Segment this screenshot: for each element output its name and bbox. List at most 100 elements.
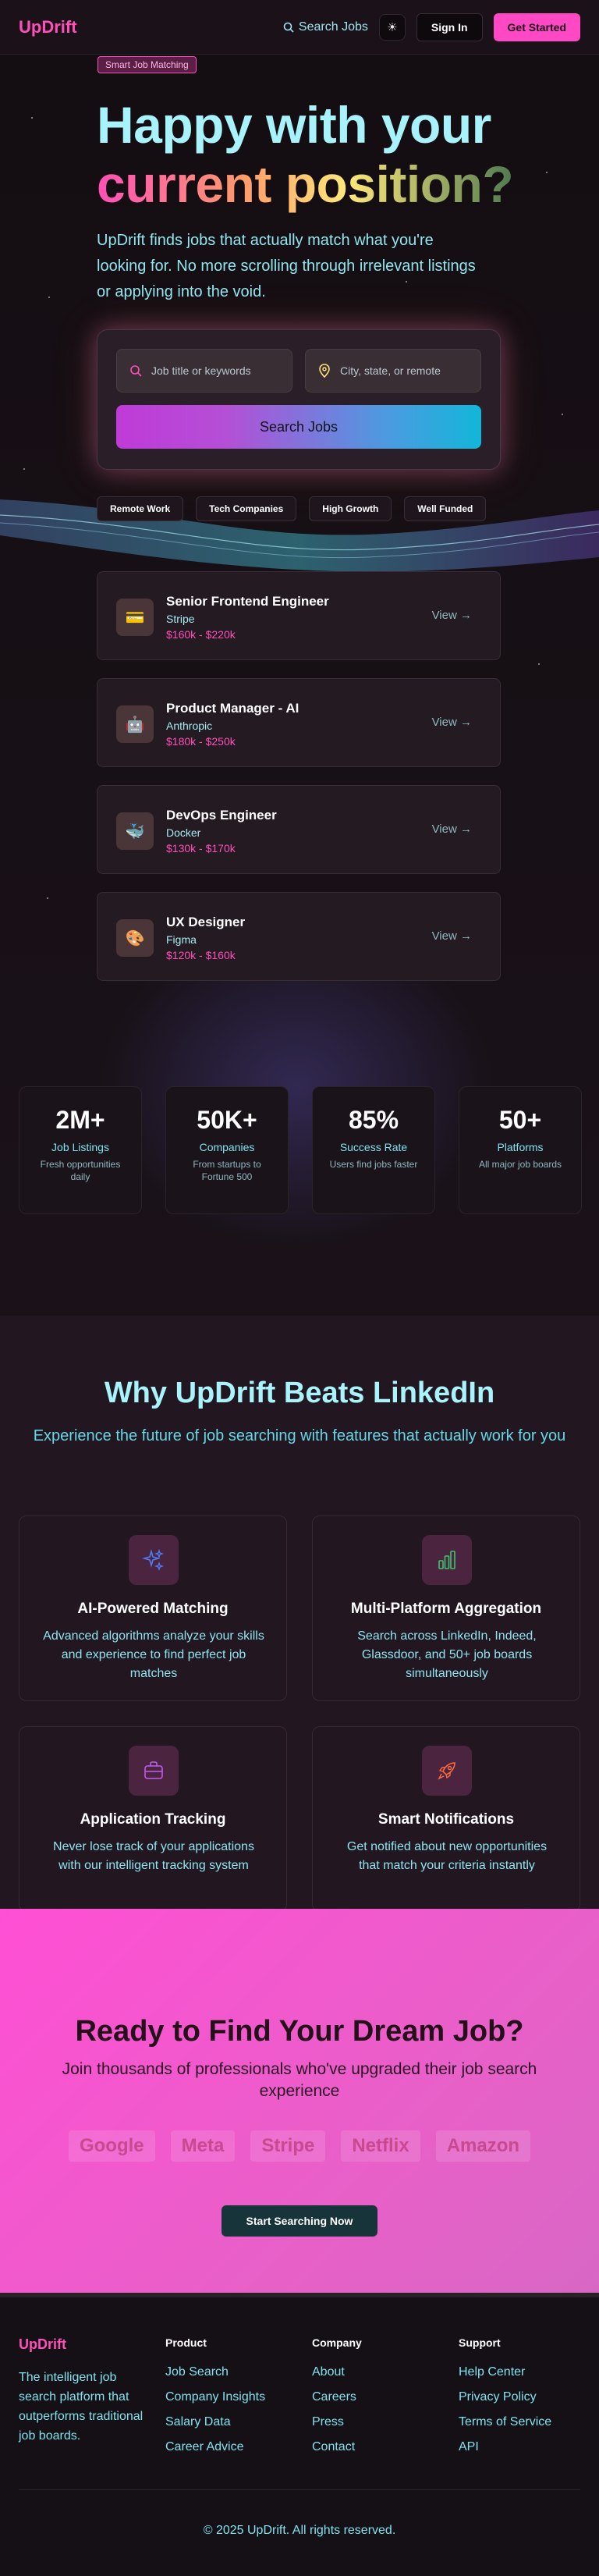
sparkles-icon (129, 1535, 179, 1585)
star (562, 414, 563, 415)
view-job-link[interactable]: View → (432, 823, 472, 836)
map-pin-icon (319, 364, 330, 378)
feature-card: Application Tracking Never lose track of… (19, 1726, 287, 1912)
feature-card: Smart Notifications Get notified about n… (312, 1726, 580, 1912)
company-logo-netflix: Netflix (341, 2130, 420, 2162)
tag-high-growth[interactable]: High Growth (309, 496, 392, 521)
footer-link-api[interactable]: API (459, 2435, 551, 2460)
company-logos: Google Meta Stripe Netflix Amazon (0, 2130, 599, 2162)
job-salary: $160k - $220k (166, 628, 236, 641)
feature-title: AI-Powered Matching (77, 1601, 229, 1617)
stat-value: 85% (348, 1106, 399, 1134)
view-job-link[interactable]: View → (432, 716, 472, 729)
smart-matching-badge: Smart Job Matching (97, 56, 197, 73)
stat-card: 50+ Platforms All major job boards (459, 1086, 582, 1214)
star (546, 172, 548, 173)
job-company: Docker (166, 826, 201, 839)
view-job-link[interactable]: View → (432, 929, 472, 943)
job-company: Figma (166, 933, 197, 946)
site-footer: UpDrift The intelligent job search platf… (0, 2293, 599, 2576)
cta-title: Ready to Find Your Dream Job? (75, 2015, 524, 2048)
company-logo-meta: Meta (170, 2130, 236, 2162)
star (48, 297, 50, 298)
whale-icon: 🐳 (116, 812, 154, 850)
hero-title-line1: Happy with your (97, 96, 491, 154)
view-job-link[interactable]: View → (432, 609, 472, 622)
company-logo-stripe: Stripe (250, 2130, 326, 2162)
feature-card: AI-Powered Matching Advanced algorithms … (19, 1515, 287, 1701)
get-started-button[interactable]: Get Started (493, 12, 580, 41)
briefcase-icon (129, 1746, 179, 1796)
footer-column-product: Product Job Search Company Insights Sala… (165, 2336, 265, 2460)
credit-card-icon: 💳 (116, 599, 154, 636)
tag-remote-work[interactable]: Remote Work (97, 496, 184, 521)
search-jobs-label: Search Jobs (298, 20, 368, 34)
job-salary: $180k - $250k (166, 735, 236, 748)
feature-card: Multi-Platform Aggregation Search across… (312, 1515, 580, 1701)
job-company: Anthropic (166, 720, 213, 732)
stat-card: 85% Success Rate Users find jobs faster (312, 1086, 435, 1214)
sun-icon: ☀ (387, 20, 398, 34)
feature-description: Advanced algorithms analyze your skills … (43, 1629, 264, 1680)
stat-label: Platforms (497, 1141, 544, 1153)
hero-title-line2: current position? (97, 155, 514, 213)
footer-link-career-advice[interactable]: Career Advice (165, 2435, 265, 2460)
cta-subtitle: Join thousands of professionals who've u… (62, 2060, 537, 2100)
stat-label: Job Listings (51, 1141, 109, 1153)
footer-link-careers[interactable]: Careers (312, 2385, 362, 2410)
job-title: UX Designer (166, 915, 246, 929)
hero-section: Smart Job Matching Happy with your curre… (0, 55, 599, 1316)
job-list: 💳 Senior Frontend Engineer Stripe $160k … (97, 571, 501, 999)
search-jobs-link[interactable]: Search Jobs (283, 20, 368, 34)
footer-link-privacy-policy[interactable]: Privacy Policy (459, 2385, 551, 2410)
theme-toggle-button[interactable]: ☀ (378, 13, 406, 41)
tag-tech-companies[interactable]: Tech Companies (196, 496, 297, 521)
footer-link-contact[interactable]: Contact (312, 2435, 362, 2460)
footer-link-job-search[interactable]: Job Search (165, 2360, 265, 2385)
stat-description: All major job boards (478, 1159, 562, 1170)
star (47, 897, 48, 899)
logo[interactable]: UpDrift (19, 17, 77, 37)
feature-title: Application Tracking (80, 1811, 226, 1828)
bar-chart-icon (422, 1535, 472, 1585)
company-logo-google: Google (68, 2130, 155, 2162)
feature-description: Get notified about new opportunities tha… (346, 1840, 548, 1872)
features-section: Why UpDrift Beats LinkedIn Experience th… (0, 1316, 599, 1912)
stat-description: From startups to Fortune 500 (193, 1159, 261, 1182)
features-subtitle: Experience the future of job searching w… (33, 1427, 566, 1444)
footer-link-salary-data[interactable]: Salary Data (165, 2410, 265, 2435)
footer-link-company-insights[interactable]: Company Insights (165, 2385, 265, 2410)
footer-link-press[interactable]: Press (312, 2410, 362, 2435)
footer-logo[interactable]: UpDrift (19, 2336, 66, 2353)
sign-in-button[interactable]: Sign In (416, 12, 483, 41)
stats-row: 2M+ Job Listings Fresh opportunities dai… (19, 1086, 582, 1214)
start-searching-button[interactable]: Start Searching Now (222, 2205, 377, 2237)
footer-link-about[interactable]: About (312, 2360, 362, 2385)
footer-description: The intelligent job search platform that… (19, 2371, 144, 2443)
stat-description: Users find jobs faster (329, 1159, 418, 1170)
job-keywords-input[interactable]: Job title or keywords (116, 349, 292, 393)
feature-title: Multi-Platform Aggregation (350, 1601, 542, 1617)
palette-icon: 🎨 (116, 919, 154, 957)
search-jobs-button[interactable]: Search Jobs (116, 405, 481, 449)
header-actions: Search Jobs ☀ Sign In Get Started (283, 12, 580, 41)
star (538, 663, 540, 665)
company-logo-amazon: Amazon (435, 2130, 531, 2162)
job-salary: $120k - $160k (166, 949, 236, 961)
job-card[interactable]: 🤖 Product Manager - AI Anthropic $180k -… (97, 678, 501, 767)
search-form: Job title or keywords City, state, or re… (97, 329, 501, 470)
stat-label: Companies (199, 1141, 255, 1153)
job-card[interactable]: 🐳 DevOps Engineer Docker $130k - $170k V… (97, 785, 501, 874)
search-icon (130, 365, 142, 377)
footer-link-help-center[interactable]: Help Center (459, 2360, 551, 2385)
job-company: Stripe (166, 613, 195, 625)
job-card[interactable]: 💳 Senior Frontend Engineer Stripe $160k … (97, 571, 501, 660)
filter-tags: Remote Work Tech Companies High Growth W… (97, 496, 487, 521)
footer-link-terms[interactable]: Terms of Service (459, 2410, 551, 2435)
rocket-icon (422, 1746, 472, 1796)
location-input[interactable]: City, state, or remote (305, 349, 481, 393)
tag-well-funded[interactable]: Well Funded (404, 496, 487, 521)
job-card[interactable]: 🎨 UX Designer Figma $120k - $160k View → (97, 892, 501, 981)
copyright: © 2025 UpDrift. All rights reserved. (203, 2524, 396, 2537)
footer-divider (19, 2489, 580, 2490)
